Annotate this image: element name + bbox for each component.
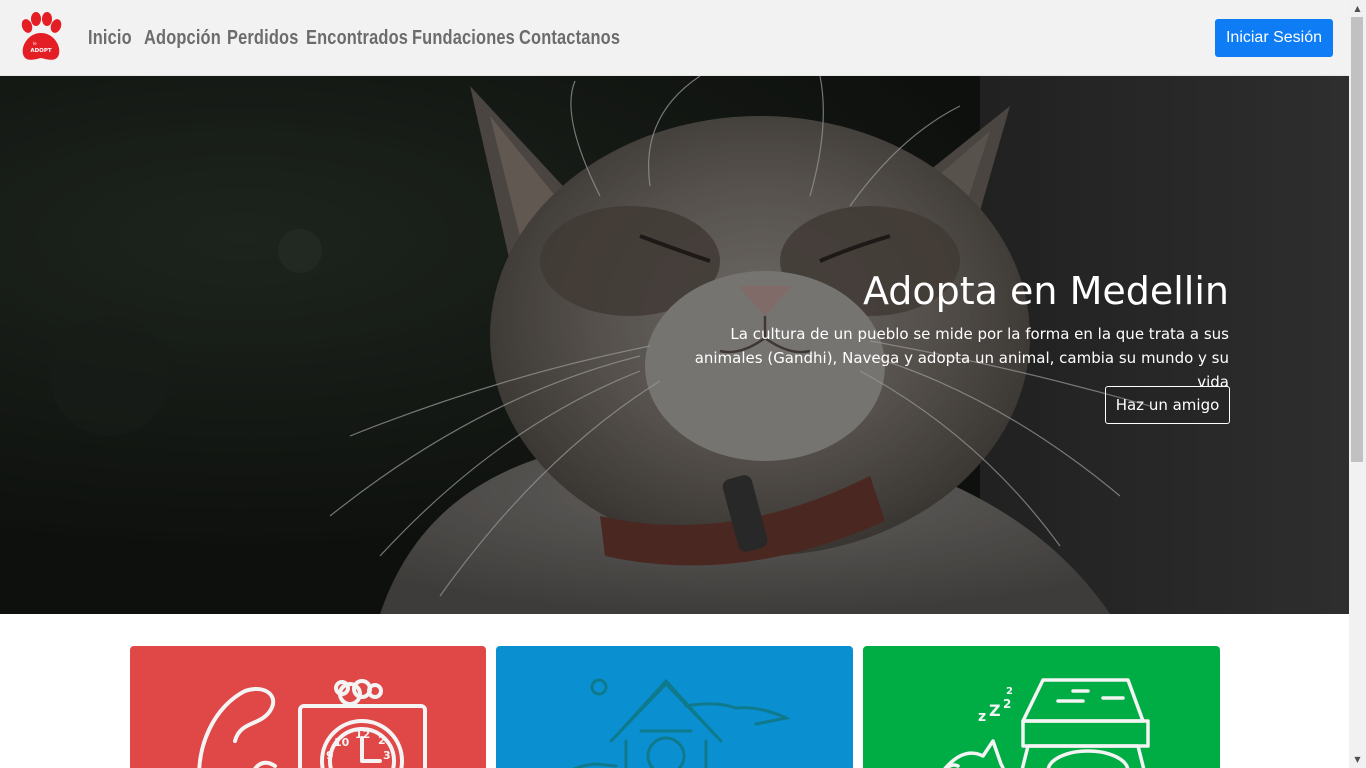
logo-text: ADOPT: [30, 48, 52, 54]
nav-link-fundaciones[interactable]: Fundaciones: [412, 27, 515, 50]
page: ADOPT le Inicio Adopción Perdidos Encont…: [0, 0, 1366, 768]
login-button[interactable]: Iniciar Sesión: [1215, 19, 1333, 57]
dog-house-illustration-icon: [572, 678, 791, 768]
hero-carousel: Adopta en Medellin La cultura de un pueb…: [0, 76, 1349, 614]
svg-text:2: 2: [1003, 697, 1011, 711]
card-dog-house[interactable]: [496, 646, 853, 768]
svg-text:le: le: [33, 41, 37, 46]
card-cat-clock[interactable]: 12 3 9 10 2: [130, 646, 486, 768]
cat-clock-illustration-icon: 12 3 9 10 2: [197, 679, 427, 768]
scroll-up-arrow-icon[interactable]: ▲: [1349, 0, 1366, 17]
svg-text:Z: Z: [989, 701, 1001, 720]
navbar: ADOPT le Inicio Adopción Perdidos Encont…: [0, 0, 1349, 76]
hero-button[interactable]: Haz un amigo: [1105, 386, 1230, 424]
nav-link-inicio[interactable]: Inicio: [88, 27, 132, 50]
nav-link-adopcion[interactable]: Adopción: [144, 27, 221, 50]
nav-link-contactanos[interactable]: Contactanos: [519, 27, 620, 50]
svg-text:12: 12: [355, 728, 370, 741]
card-sleeping-cat-box[interactable]: z Z 2 2: [863, 646, 1220, 768]
svg-text:2: 2: [1006, 686, 1013, 697]
nav-links: Inicio Adopción Perdidos Encontrados Fun…: [88, 0, 631, 76]
nav-link-encontrados[interactable]: Encontrados: [306, 27, 408, 50]
page-scrollbar[interactable]: ▲ ▼: [1349, 0, 1366, 768]
svg-text:9: 9: [326, 749, 334, 762]
paw-logo-icon[interactable]: ADOPT le: [19, 12, 63, 64]
hero-text: La cultura de un pueblo se mide por la f…: [694, 325, 1229, 391]
nav-link-perdidos[interactable]: Perdidos: [227, 27, 298, 50]
svg-text:10: 10: [334, 736, 350, 749]
svg-text:3: 3: [383, 749, 391, 762]
sleeping-cat-box-illustration-icon: z Z 2 2: [943, 678, 1150, 768]
hero-title: Adopta en Medellin: [862, 269, 1229, 313]
svg-text:z: z: [978, 709, 986, 725]
svg-text:2: 2: [378, 734, 386, 747]
scroll-thumb[interactable]: [1351, 17, 1363, 462]
scroll-down-arrow-icon[interactable]: ▼: [1349, 751, 1366, 768]
